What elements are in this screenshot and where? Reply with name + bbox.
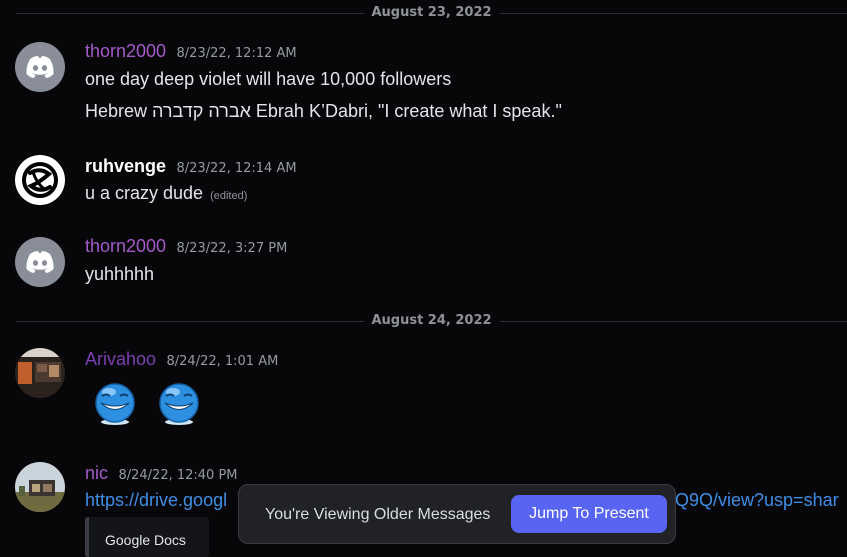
grinning-blue-emoji[interactable]	[93, 382, 137, 426]
message-text: u a crazy dude (edited)	[85, 183, 247, 204]
edited-tag: (edited)	[210, 190, 248, 202]
username[interactable]: Arivahoo	[85, 349, 156, 369]
date-divider-label: August 24, 2022	[363, 313, 500, 328]
message-header: ruhvenge 8/23/22, 12:14 AM	[85, 156, 297, 177]
message-text: one day deep violet will have 10,000 fol…	[85, 69, 452, 89]
grinning-blue-emoji[interactable]	[157, 382, 201, 426]
avatar[interactable]	[15, 462, 65, 512]
date-divider: August 23, 2022	[16, 5, 847, 20]
avatar[interactable]	[15, 155, 65, 205]
username[interactable]: thorn2000	[85, 41, 166, 61]
message-text: Hebrew אברה קדברה Ebrah K’Dabri, "I crea…	[85, 101, 562, 121]
timestamp: 8/23/22, 12:12 AM	[176, 46, 297, 61]
date-divider: August 24, 2022	[16, 313, 847, 328]
message-body: u a crazy dude	[85, 183, 204, 203]
link-embed[interactable]: Google Docs	[85, 517, 209, 557]
avatar[interactable]	[15, 348, 65, 398]
user-photo-icon	[15, 348, 65, 398]
message-header: thorn2000 8/23/22, 12:12 AM	[85, 41, 297, 62]
date-divider-label: August 23, 2022	[363, 5, 500, 20]
timestamp: 8/23/22, 12:14 AM	[176, 161, 297, 176]
jump-to-present-button[interactable]: Jump To Present	[511, 495, 667, 533]
user-photo-icon	[15, 462, 65, 512]
timestamp: 8/23/22, 3:27 PM	[176, 241, 288, 256]
discord-logo-icon	[26, 56, 54, 78]
username[interactable]: ruhvenge	[85, 156, 166, 176]
username[interactable]: thorn2000	[85, 236, 166, 256]
message-header: nic 8/24/22, 12:40 PM	[85, 463, 238, 484]
avatar[interactable]	[15, 237, 65, 287]
avatar[interactable]	[15, 42, 65, 92]
older-messages-text: You're Viewing Older Messages	[265, 506, 491, 523]
username[interactable]: nic	[85, 463, 108, 483]
message-header: Arivahoo 8/24/22, 1:01 AM	[85, 349, 278, 370]
discord-logo-icon	[26, 251, 54, 273]
message-text: yuhhhhh	[85, 264, 155, 284]
older-messages-bar: You're Viewing Older Messages Jump To Pr…	[238, 484, 676, 544]
drive-link[interactable]: https://drive.googl	[85, 490, 227, 511]
knot-logo-icon	[22, 162, 58, 198]
timestamp: 8/24/22, 12:40 PM	[118, 468, 238, 483]
message-header: thorn2000 8/23/22, 3:27 PM	[85, 236, 287, 257]
timestamp: 8/24/22, 1:01 AM	[166, 354, 279, 369]
drive-link-end[interactable]: Q9Q/view?usp=shar	[675, 490, 839, 511]
embed-title: Google Docs	[105, 532, 186, 548]
